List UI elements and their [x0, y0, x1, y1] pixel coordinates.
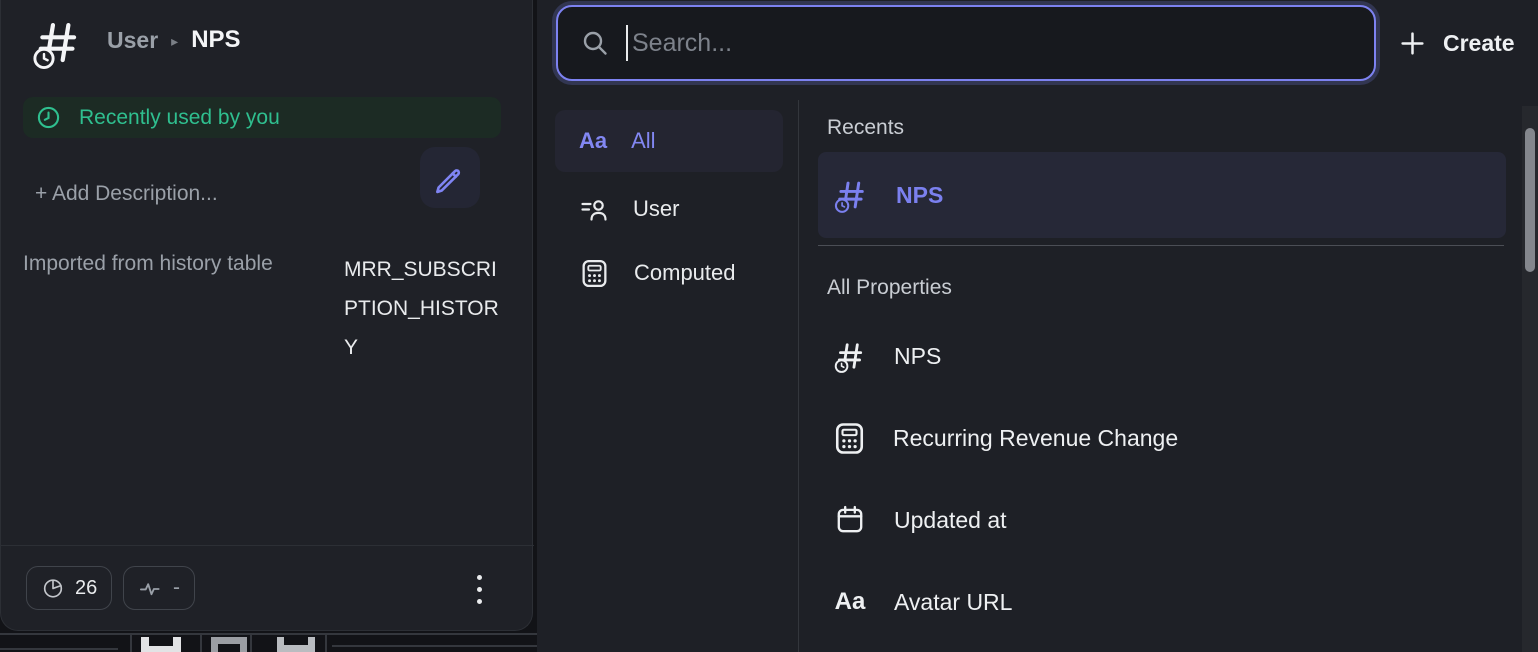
kebab-dot	[477, 575, 482, 580]
background-artifact	[211, 637, 247, 652]
number-history-icon	[29, 14, 85, 72]
app-screen: User ▸ NPS Recently used by you + Add De…	[0, 0, 1538, 652]
calendar-icon	[832, 504, 868, 536]
property-picker-popover: Create Aa All User	[537, 0, 1538, 652]
filter-tab-computed[interactable]: Computed	[555, 242, 783, 304]
breadcrumb-parent[interactable]: User	[107, 27, 158, 54]
breadcrumb-current: NPS	[191, 26, 240, 54]
plus-icon	[1399, 30, 1426, 57]
footer-divider	[1, 545, 534, 546]
calculator-icon	[832, 421, 867, 456]
all-properties-section-title: All Properties	[827, 276, 952, 300]
text-format-icon: Aa	[832, 588, 868, 616]
usage-count-button[interactable]: 26	[26, 566, 112, 610]
background-artifact	[141, 637, 181, 652]
usage-count-value: 26	[75, 577, 97, 600]
imported-from-value: MRR_SUBSCRIPTION_HISTORY	[344, 250, 502, 367]
number-history-icon	[832, 338, 868, 374]
search-icon	[580, 28, 610, 58]
trend-button[interactable]: -	[123, 566, 195, 610]
column-divider	[798, 100, 799, 652]
background-artifact	[0, 648, 118, 650]
filter-tab-all[interactable]: Aa All	[555, 110, 783, 172]
pie-chart-icon	[41, 576, 65, 600]
background-artifact	[325, 633, 327, 652]
add-description-button[interactable]: + Add Description...	[35, 182, 218, 206]
background-artifact	[277, 637, 315, 652]
imported-from-label: Imported from history table	[23, 252, 273, 276]
section-divider	[818, 245, 1504, 246]
recent-item-nps[interactable]: NPS	[818, 152, 1506, 238]
property-item-updated-at[interactable]: Updated at	[818, 492, 1506, 548]
property-label: NPS	[894, 343, 941, 370]
background-artifact	[332, 645, 537, 647]
property-label: Avatar URL	[894, 589, 1012, 616]
edit-description-button[interactable]	[420, 147, 480, 208]
search-bar[interactable]	[556, 5, 1376, 81]
property-item-recurring-revenue-change[interactable]: Recurring Revenue Change	[818, 410, 1506, 466]
search-input[interactable]	[628, 29, 1374, 58]
activity-pulse-icon	[138, 576, 163, 601]
clock-icon	[36, 105, 61, 130]
recents-section-title: Recents	[827, 116, 904, 140]
recently-used-label: Recently used by you	[79, 106, 280, 130]
filter-tab-label: User	[633, 196, 679, 222]
filter-tab-label: Computed	[634, 260, 736, 286]
pencil-icon	[431, 159, 469, 197]
property-label: Recurring Revenue Change	[893, 425, 1178, 452]
background-artifact	[0, 633, 537, 635]
create-button[interactable]: Create	[1399, 16, 1538, 70]
user-list-icon	[579, 194, 609, 224]
kebab-dot	[477, 599, 482, 604]
property-item-nps[interactable]: NPS	[818, 328, 1506, 384]
filter-tab-user[interactable]: User	[555, 178, 783, 240]
chevron-right-icon: ▸	[171, 30, 178, 50]
property-label: Updated at	[894, 507, 1007, 534]
property-detail-card: User ▸ NPS Recently used by you + Add De…	[0, 0, 533, 631]
breadcrumb: User ▸ NPS	[107, 26, 241, 54]
recently-used-badge: Recently used by you	[23, 97, 501, 138]
trend-value: -	[173, 576, 180, 600]
number-history-icon	[832, 176, 870, 214]
property-label: NPS	[896, 182, 943, 209]
property-item-avatar-url[interactable]: Aa Avatar URL	[818, 574, 1506, 630]
background-artifact	[250, 633, 252, 652]
kebab-dot	[477, 587, 482, 592]
filter-tab-label: All	[631, 128, 655, 154]
calculator-icon	[579, 258, 610, 289]
background-artifact	[130, 633, 132, 652]
background-artifact	[200, 633, 202, 652]
create-button-label: Create	[1443, 30, 1515, 57]
more-options-button[interactable]	[469, 569, 489, 609]
scrollbar-thumb[interactable]	[1525, 128, 1535, 272]
text-format-icon: Aa	[579, 128, 607, 154]
